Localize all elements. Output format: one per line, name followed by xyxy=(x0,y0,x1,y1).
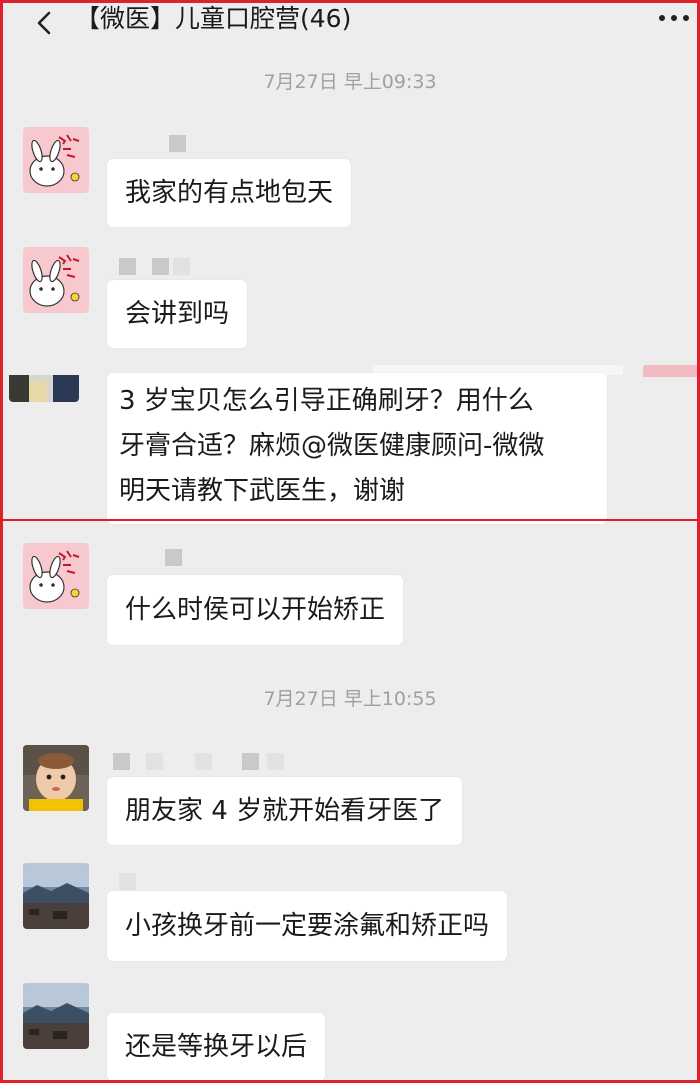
chat-title: 【微医】儿童口腔营(46) xyxy=(75,4,352,33)
message-bubble[interactable]: 小孩换牙前一定要涂氟和矫正吗 xyxy=(107,891,508,961)
screenshot-frame: 【微医】儿童口腔营(46) 7月27日 早上09:33 我家的有点地包天 会讲到… xyxy=(0,0,700,1083)
message-line: 3 岁宝贝怎么引导正确刷牙？用什么 xyxy=(119,386,534,416)
chevron-left-icon[interactable] xyxy=(33,7,55,37)
sender-name-redacted xyxy=(111,549,198,571)
message-bubble[interactable]: 3 岁宝贝怎么引导正确刷牙？用什么 牙膏合适？麻烦@微医健康顾问-微微 明天请教… xyxy=(107,373,607,524)
more-icon[interactable] xyxy=(657,11,691,25)
landscape-photo-avatar[interactable] xyxy=(23,983,89,1049)
message-bubble[interactable]: 朋友家 4 岁就开始看牙医了 xyxy=(107,777,463,845)
highlight-divider xyxy=(3,519,697,521)
rabbit-sticker-avatar[interactable] xyxy=(23,127,89,193)
baby-photo-avatar[interactable] xyxy=(23,745,89,811)
sender-name-redacted xyxy=(111,258,206,280)
sender-name-redacted xyxy=(111,753,300,775)
landscape-photo-avatar[interactable] xyxy=(9,375,79,402)
partial-avatar-edge xyxy=(643,365,697,377)
message-bubble[interactable]: 我家的有点地包天 xyxy=(107,159,352,227)
message-line: 明天请教下武医生，谢谢 xyxy=(119,476,406,506)
rabbit-sticker-avatar[interactable] xyxy=(23,543,89,609)
timestamp: 7月27日 早上10:55 xyxy=(263,688,437,710)
message-line: 牙膏合适？麻烦@微医健康顾问-微微 xyxy=(119,431,545,461)
sender-name-redacted xyxy=(111,135,202,157)
timestamp: 7月27日 早上09:33 xyxy=(263,71,437,93)
message-bubble[interactable]: 什么时侯可以开始矫正 xyxy=(107,575,404,645)
message-bubble[interactable]: 还是等换牙以后 xyxy=(107,1013,326,1080)
landscape-photo-avatar[interactable] xyxy=(23,863,89,929)
message-bubble[interactable]: 会讲到吗 xyxy=(107,280,248,348)
chat-header: 【微医】儿童口腔营(46) xyxy=(3,3,697,43)
rabbit-sticker-avatar[interactable] xyxy=(23,247,89,313)
